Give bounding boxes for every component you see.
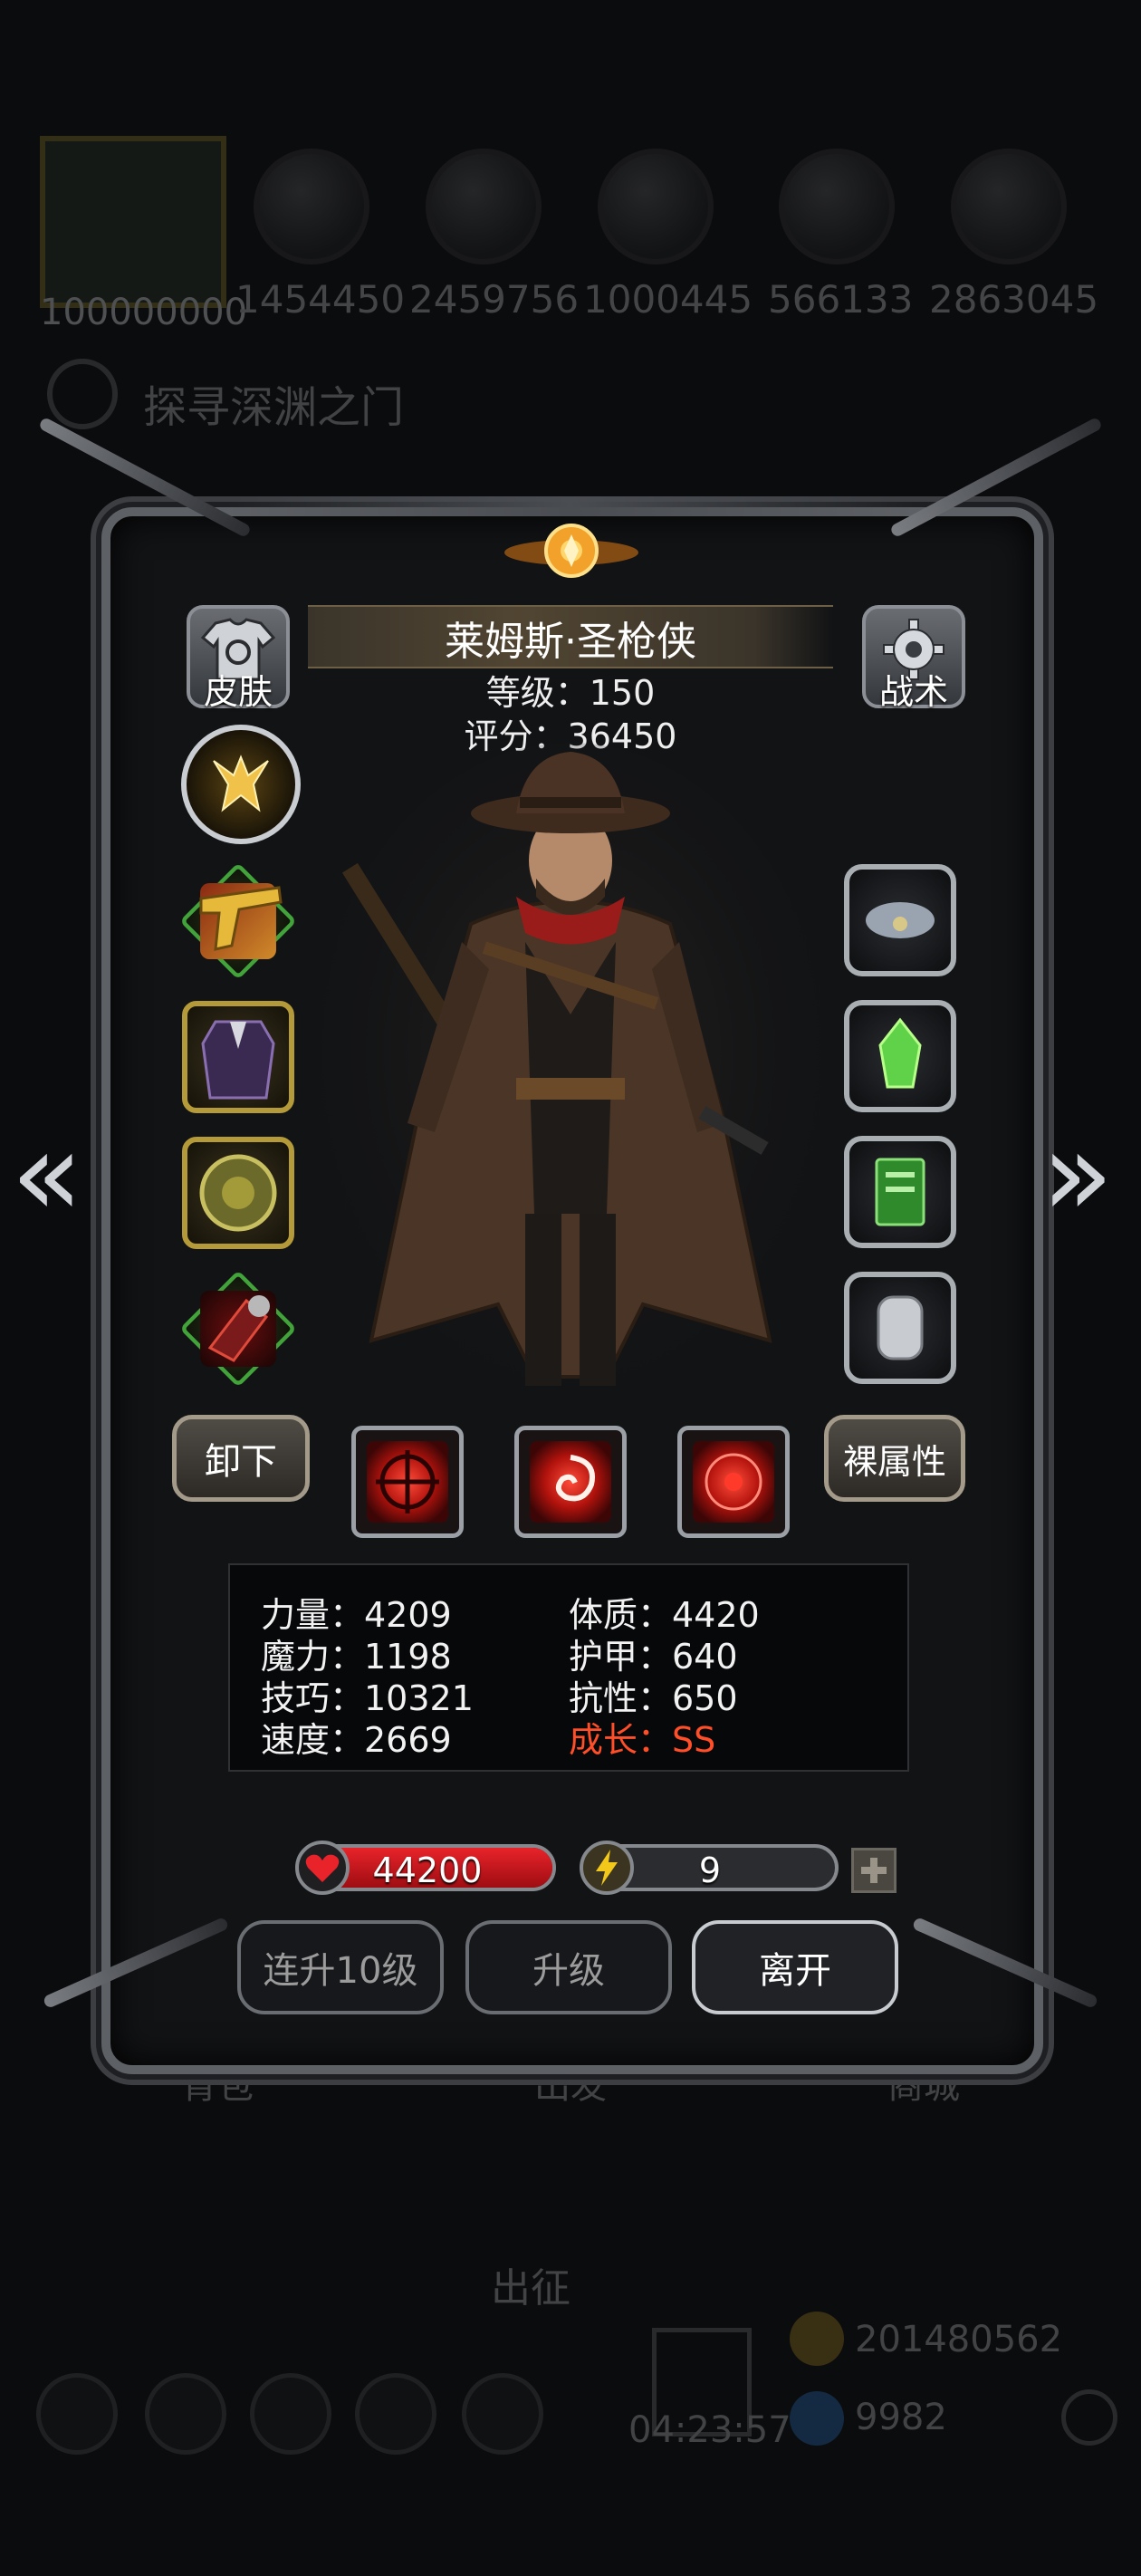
green-card-icon — [875, 1158, 925, 1226]
hero-portrait — [308, 743, 833, 1431]
chainmail-icon — [877, 1295, 924, 1360]
base-attributes-button[interactable]: 裸属性 — [824, 1415, 965, 1502]
equip-slot-armor[interactable] — [179, 998, 297, 1116]
resource-value: 2459756 — [409, 277, 580, 322]
avatar-frame — [40, 136, 226, 308]
crosshair-icon — [376, 1450, 439, 1514]
resource-icon — [779, 149, 895, 264]
target-icon — [705, 1453, 762, 1511]
resource-icon — [254, 149, 369, 264]
plus-icon — [861, 1858, 887, 1883]
skill-slot-1[interactable] — [351, 1426, 464, 1538]
resource-value: 2863045 — [929, 277, 1099, 322]
green-crystal-icon — [878, 1017, 922, 1089]
class-emblem-icon — [181, 725, 301, 844]
resource-value: 566133 — [768, 277, 914, 322]
stat-speed: 速度：2669 — [261, 1720, 452, 1760]
equip-slot-weapon[interactable] — [179, 862, 297, 980]
skill-slot-2[interactable] — [514, 1426, 627, 1538]
equip-slot-crystal[interactable] — [844, 1000, 956, 1112]
menu-icon — [145, 2373, 226, 2455]
equip-slot-ring[interactable] — [844, 864, 956, 976]
gold-amount: 201480562 — [855, 2319, 1063, 2360]
menu-icon — [462, 2373, 543, 2455]
level-up-10-button[interactable]: 连升10级 — [237, 1920, 444, 2014]
skin-label: 皮肤 — [203, 672, 273, 712]
resource-icon — [951, 149, 1067, 264]
menu-icon — [36, 2373, 118, 2455]
lightning-icon — [580, 1841, 634, 1895]
coat-icon — [201, 1020, 275, 1100]
level-up-button[interactable]: 升级 — [465, 1920, 672, 2014]
tactics-button[interactable]: 战术 — [862, 605, 965, 712]
equip-slot-chainmail[interactable] — [844, 1272, 956, 1384]
next-hero-arrow-icon[interactable]: » — [1041, 1105, 1114, 1243]
resource-icon — [426, 149, 542, 264]
menu-icon — [250, 2373, 331, 2455]
previous-hero-arrow-icon[interactable]: « — [11, 1105, 83, 1243]
leave-button[interactable]: 离开 — [692, 1920, 898, 2014]
heart-icon — [295, 1841, 350, 1895]
equip-slot-shield[interactable] — [179, 1134, 297, 1252]
resource-value: 1454450 — [235, 277, 406, 322]
unequip-button[interactable]: 卸下 — [172, 1415, 310, 1502]
equip-slot-gauntlet[interactable] — [179, 1270, 297, 1388]
stat-growth: 成长：SS — [569, 1720, 716, 1760]
resource-value: 1000445 — [583, 277, 753, 322]
quest-title: 探寻深渊之门 — [143, 382, 405, 433]
resource-icon — [598, 149, 714, 264]
tactics-label: 战术 — [878, 672, 948, 712]
gem-amount: 9982 — [855, 2397, 947, 2438]
gauntlet-icon — [207, 1295, 270, 1362]
equip-slot-card[interactable] — [844, 1136, 956, 1248]
quest-icon — [47, 359, 118, 429]
sun-emblem-icon — [504, 524, 638, 578]
hero-level: 等级：150 — [485, 673, 656, 713]
skin-button[interactable]: 皮肤 — [187, 605, 290, 712]
golden-gun-icon — [199, 886, 283, 951]
timer: 04:23:57 — [628, 2409, 791, 2451]
add-icon — [1061, 2389, 1117, 2446]
depart-label: 出征 — [491, 2265, 570, 2312]
round-shield-icon — [199, 1154, 277, 1232]
menu-icon — [355, 2373, 436, 2455]
avatar-badge: 100000000 — [40, 292, 248, 333]
hero-name: 莱姆斯·圣枪侠 — [445, 619, 696, 665]
gem-icon — [790, 2391, 844, 2446]
add-energy-button[interactable] — [851, 1848, 896, 1893]
swirl-icon — [555, 1455, 595, 1502]
cloud-charm-icon — [866, 902, 935, 938]
skill-slot-3[interactable] — [677, 1426, 790, 1538]
gold-coin-icon — [790, 2312, 844, 2366]
